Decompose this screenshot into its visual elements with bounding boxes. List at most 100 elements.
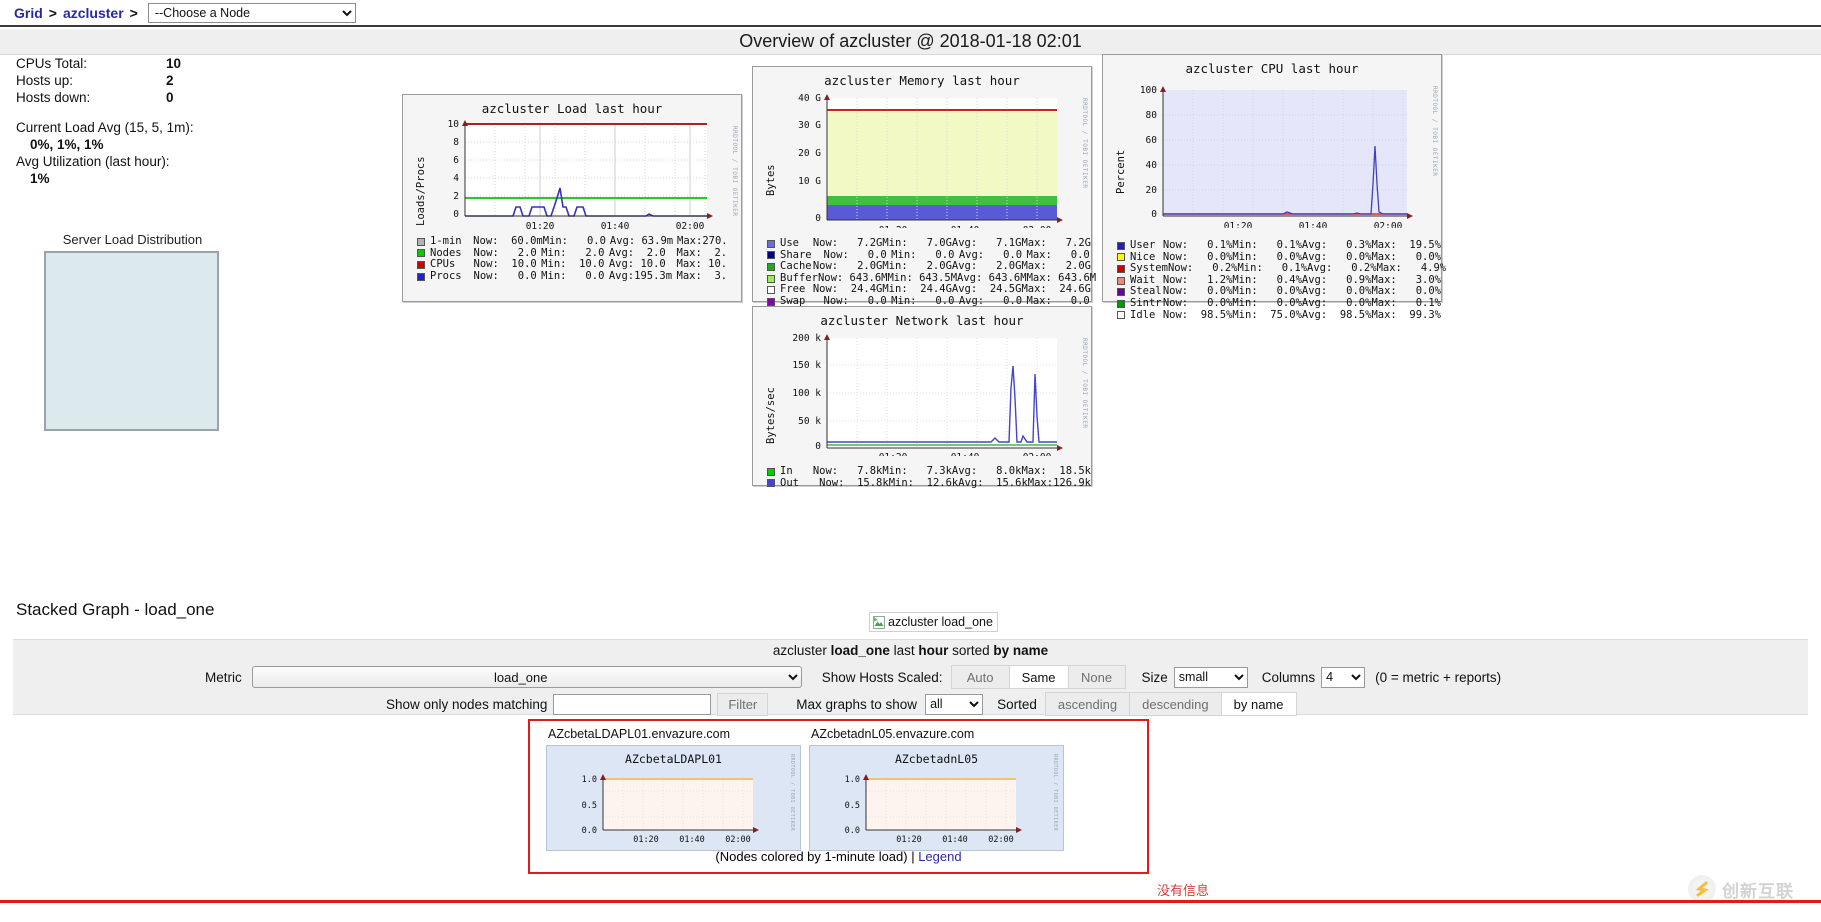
- caption-range: hour: [918, 643, 948, 658]
- legend-series-name: User: [1130, 240, 1163, 252]
- legend-now: Now: 7.8k: [813, 466, 883, 478]
- memory-graph-rrdtool-watermark: RRDTOOL / TOBI OETIKER: [1081, 98, 1088, 188]
- no-info-message: 没有信息: [1157, 880, 1209, 899]
- show-hosts-scaled-label: Show Hosts Scaled:: [822, 670, 943, 685]
- svg-text:01:20: 01:20: [896, 835, 922, 845]
- legend-swatch-icon: [1117, 300, 1125, 308]
- svg-text:01:20: 01:20: [633, 835, 659, 845]
- network-graph-legend: In Now: 7.8k Min: 7.3k Avg: 8.0k Max: 18…: [753, 456, 1091, 493]
- legend-avg: Avg: 98.5%: [1302, 310, 1372, 322]
- filter-label: Show only nodes matching: [386, 697, 547, 712]
- sort-button-descending[interactable]: descending: [1129, 692, 1221, 716]
- svg-text:02:00: 02:00: [725, 835, 751, 845]
- size-select[interactable]: small: [1174, 667, 1248, 688]
- legend-min: Min: 12.6k: [889, 478, 959, 490]
- sort-button-by-name[interactable]: by name: [1221, 692, 1297, 716]
- svg-text:60: 60: [1146, 135, 1158, 146]
- sorted-label: Sorted: [997, 697, 1037, 712]
- ganglia-cluster-overview-page: Grid > azcluster > --Choose a Node Overv…: [0, 0, 1821, 922]
- svg-text:01:40: 01:40: [951, 225, 980, 228]
- svg-text:100 k: 100 k: [792, 388, 821, 399]
- svg-text:01:40: 01:40: [1299, 221, 1328, 228]
- svg-text:1.0: 1.0: [582, 775, 597, 785]
- legend-max: Max: 7.2G: [1021, 238, 1091, 250]
- server-load-distribution-box[interactable]: [44, 251, 219, 431]
- caption-mid: last: [890, 643, 919, 658]
- scaled-button-none[interactable]: None: [1068, 665, 1126, 689]
- node-graph-title: AZcbetaLDAPL01: [547, 746, 800, 766]
- cpu-graph-title: azcluster CPU last hour: [1103, 55, 1441, 76]
- legend-min: Min: 0.0: [541, 271, 609, 283]
- memory-graph-title: azcluster Memory last hour: [753, 67, 1091, 88]
- graph-panel-memory[interactable]: azcluster Memory last hour Bytes: [752, 66, 1092, 302]
- svg-text:40: 40: [1146, 160, 1158, 171]
- hosts-down-value: 0: [166, 89, 174, 106]
- summary-row-hosts-down: Hosts down: 0: [16, 89, 356, 106]
- svg-text:20: 20: [1146, 185, 1158, 196]
- scaled-button-same[interactable]: Same: [1009, 665, 1068, 689]
- choose-node-select[interactable]: --Choose a Node: [148, 3, 356, 23]
- svg-text:01:40: 01:40: [601, 221, 630, 232]
- node-filter-input[interactable]: [553, 694, 711, 715]
- svg-text:0.0: 0.0: [845, 826, 860, 836]
- svg-text:01:20: 01:20: [526, 221, 555, 232]
- legend-row: 1-min Now: 60.0m Min: 0.0 Avg: 63.9m Max…: [417, 236, 741, 248]
- stacked-graph-heading: Stacked Graph - load_one: [16, 600, 214, 620]
- graph-panel-cpu[interactable]: azcluster CPU last hour Percent 1008060 …: [1102, 54, 1442, 302]
- legend-now: Now: 0.0: [474, 271, 542, 283]
- size-label: Size: [1142, 670, 1168, 685]
- breadcrumb-link-grid[interactable]: Grid: [14, 5, 43, 21]
- load-graph-rrdtool-watermark: RRDTOOL / TOBI OETIKER: [731, 126, 738, 216]
- sort-button-ascending[interactable]: ascending: [1045, 692, 1129, 716]
- caption-sort: by name: [993, 643, 1048, 658]
- scaled-button-auto[interactable]: Auto: [951, 665, 1009, 689]
- controls-row-secondary: Show only nodes matching Filter Max grap…: [13, 692, 1808, 716]
- legend-now: Now: 0.0%: [1163, 298, 1233, 310]
- svg-text:01:40: 01:40: [679, 835, 705, 845]
- svg-text:2: 2: [453, 191, 459, 202]
- breadcrumb-link-azcluster[interactable]: azcluster: [63, 5, 124, 21]
- svg-text:10: 10: [448, 119, 460, 130]
- legend-swatch-icon: [417, 249, 425, 257]
- columns-label: Columns: [1262, 670, 1315, 685]
- filter-button[interactable]: Filter: [717, 693, 768, 716]
- columns-select[interactable]: 4: [1321, 667, 1365, 688]
- metric-label: Metric: [205, 670, 242, 685]
- current-load-avg-value: 0%, 1%, 1%: [16, 136, 356, 153]
- nodes-colored-footer: (Nodes colored by 1-minute load) | Legen…: [530, 849, 1147, 864]
- legend-swatch-icon: [767, 275, 775, 283]
- stacked-graph-broken-image[interactable]: azcluster load_one: [869, 612, 998, 632]
- legend-link[interactable]: Legend: [918, 849, 961, 864]
- svg-text:02:00: 02:00: [1023, 225, 1052, 228]
- load-plot-area: Loads/Procs: [403, 116, 741, 234]
- legend-avg: Avg: 0.3%: [1302, 240, 1372, 252]
- graph-panel-load[interactable]: azcluster Load last hour Loads/Procs: [402, 94, 742, 302]
- network-y-axis-label: Bytes/sec: [765, 387, 777, 444]
- legend-series-name: Idle: [1130, 310, 1163, 322]
- node-graphs-container: AZcbetaLDAPL01.envazure.com AZcbetaLDAPL…: [528, 719, 1149, 874]
- node-hostname-link[interactable]: AZcbetaLDAPL01.envazure.com: [546, 727, 801, 741]
- legend-swatch-icon: [1117, 265, 1125, 273]
- hosts-up-value: 2: [166, 72, 174, 89]
- legend-min: Min: 7.3k: [882, 466, 952, 478]
- legend-max: Max: 18.5k: [1021, 466, 1091, 478]
- legend-now: Now: 0.1%: [1163, 240, 1233, 252]
- svg-text:0.5: 0.5: [582, 801, 597, 811]
- legend-max: Max:126.9k: [1028, 478, 1091, 490]
- nodes-colored-text: (Nodes colored by 1-minute load) |: [715, 849, 918, 864]
- avg-utilization-label: Avg Utilization (last hour):: [16, 153, 356, 170]
- current-load-avg-label: Current Load Avg (15, 5, 1m):: [16, 119, 356, 136]
- node-graph-AZcbetadnL05[interactable]: AZcbetadnL05 1.00.50.0: [809, 745, 1064, 851]
- max-graphs-select[interactable]: all: [925, 694, 983, 715]
- legend-swatch-icon: [767, 240, 775, 248]
- server-load-distribution: Server Load Distribution: [16, 232, 256, 431]
- node-graph-AZcbetaLDAPL01[interactable]: AZcbetaLDAPL01 1.00.50.0: [546, 745, 801, 851]
- memory-y-axis-label: Bytes: [765, 164, 777, 196]
- graph-panel-network[interactable]: azcluster Network last hour Bytes/sec 20…: [752, 306, 1092, 486]
- svg-text:40 G: 40 G: [798, 93, 821, 104]
- metric-select[interactable]: load_one: [252, 666, 802, 688]
- breadcrumb: Grid > azcluster > --Choose a Node: [0, 0, 1821, 27]
- show-hosts-scaled-group: Auto Same None: [951, 665, 1126, 689]
- node-hostname-link[interactable]: AZcbetadnL05.envazure.com: [809, 727, 1064, 741]
- legend-swatch-icon: [417, 238, 425, 246]
